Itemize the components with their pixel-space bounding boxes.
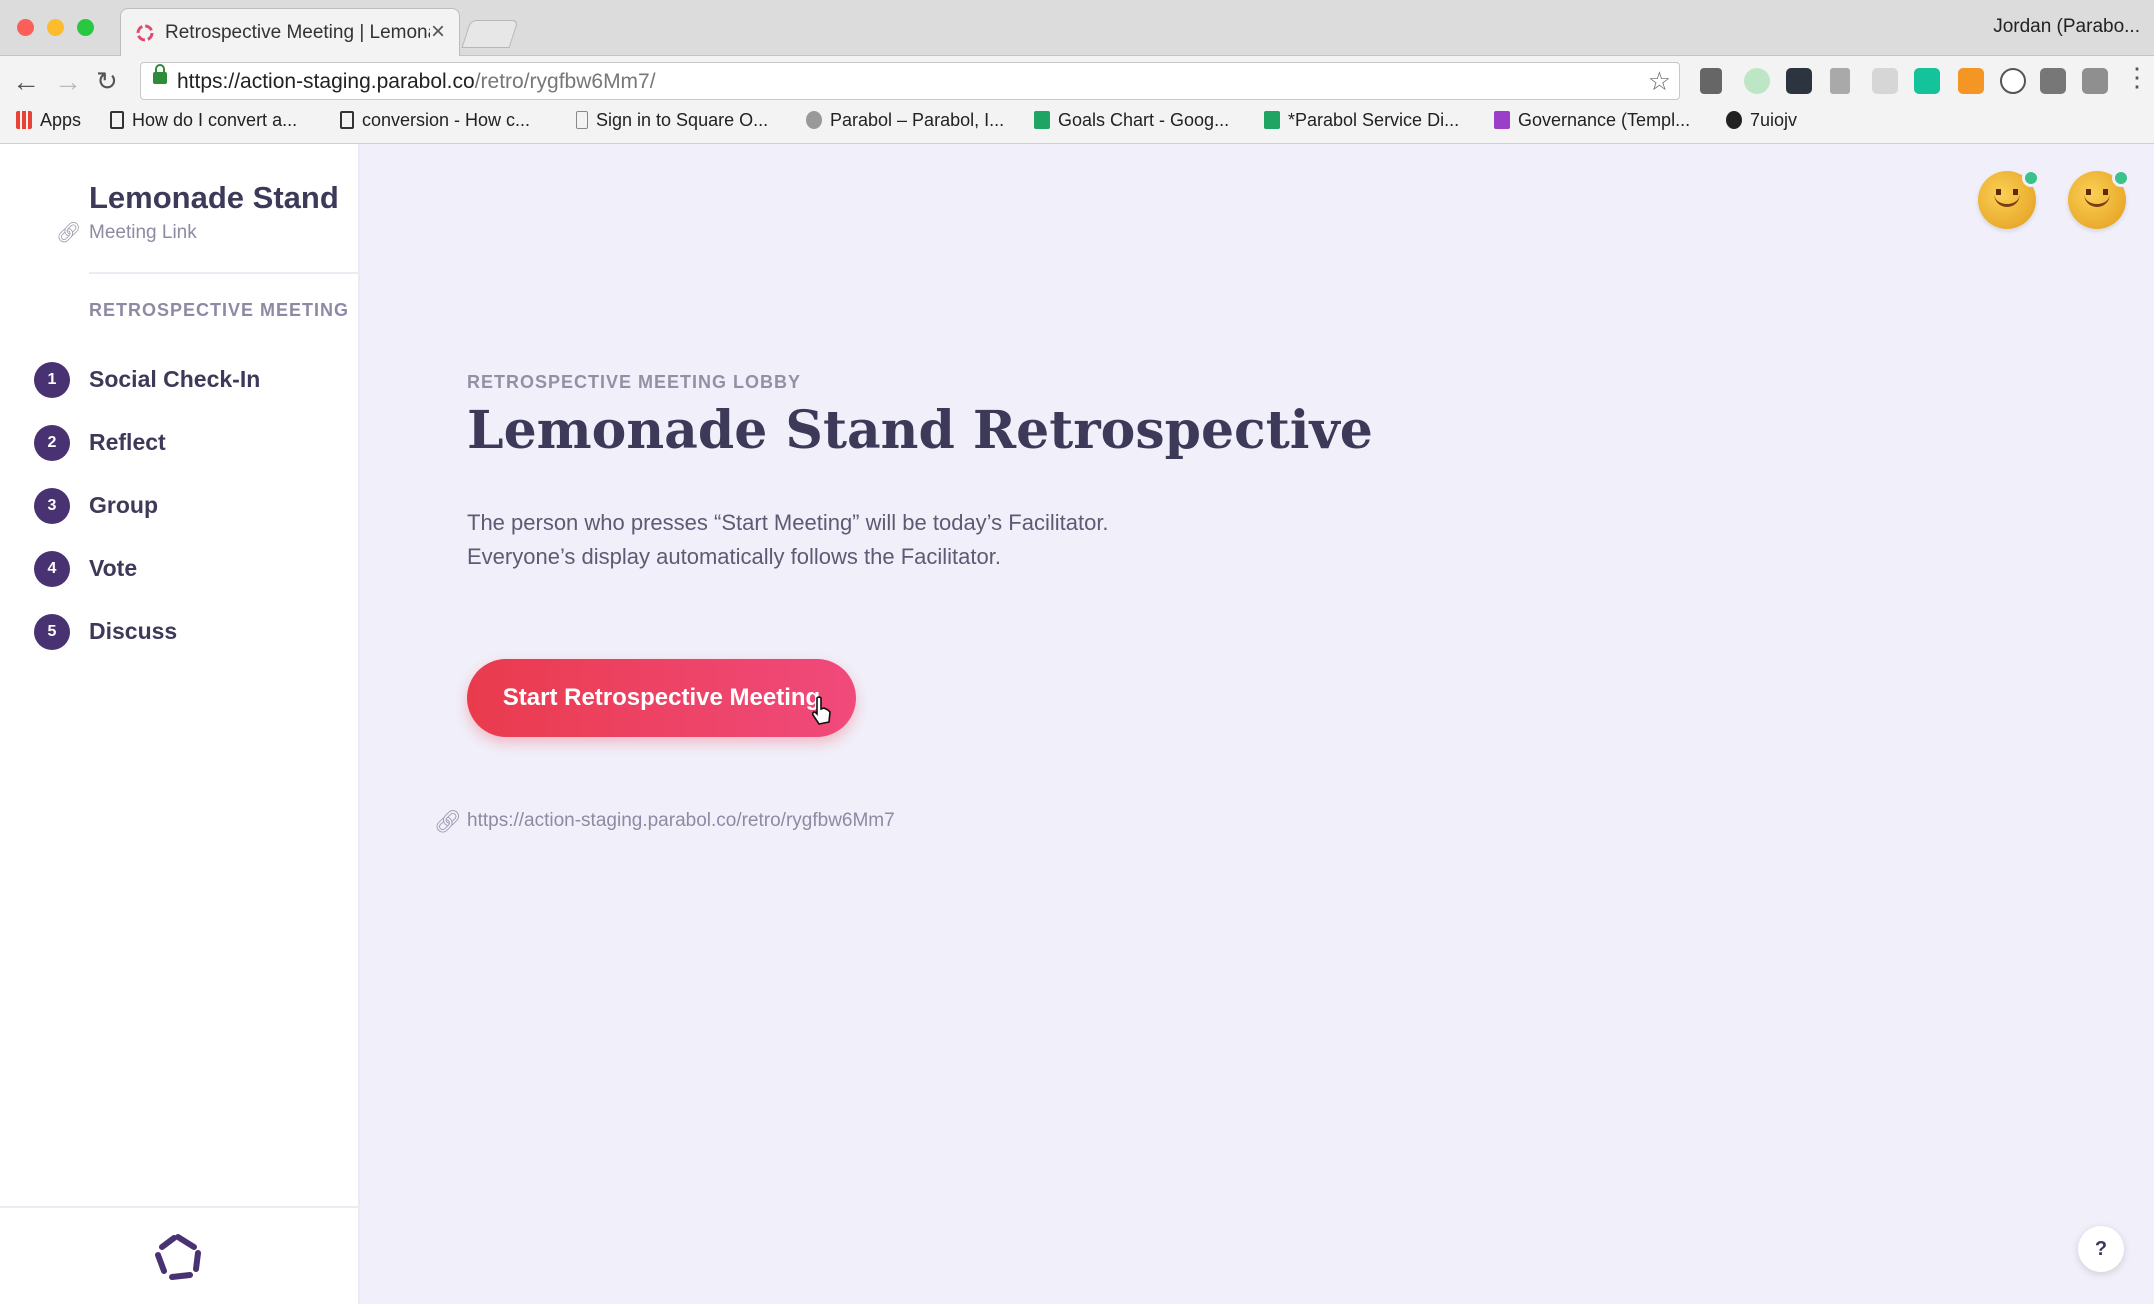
extension-icon[interactable] [1700, 68, 1722, 94]
hand-cursor-icon [811, 696, 831, 725]
extension-icon[interactable] [1830, 68, 1850, 94]
bookmark-label: *Parabol Service Di... [1288, 110, 1460, 130]
bookmark-item[interactable]: Governance (Templ... [1494, 110, 1690, 131]
browser-toolbar: ← → ↻ https://action-staging.parabol.co/… [0, 56, 2154, 144]
react-devtools-icon[interactable] [1786, 68, 1812, 94]
divider [0, 1206, 360, 1208]
url-path: /retro/rygfbw6Mm7/ [474, 70, 656, 93]
page-title: Lemonade Stand Retrospective [467, 400, 1373, 461]
url-host: https://action-staging.parabol.co [177, 70, 475, 93]
meeting-url[interactable]: https://action-staging.parabol.co/retro/… [467, 810, 895, 832]
grammarly-icon[interactable] [1914, 68, 1940, 94]
phase-social-check-in[interactable]: 1 Social Check-In [34, 362, 334, 402]
description-line: Everyone’s display automatically follows… [467, 544, 1001, 569]
bookmark-item[interactable]: Parabol – Parabol, I... [806, 110, 1004, 131]
parabol-favicon-icon [136, 24, 154, 42]
bookmark-star-icon[interactable]: ☆ [1648, 66, 1671, 97]
reload-icon[interactable]: ↻ [96, 66, 118, 97]
extension-icon[interactable] [1872, 68, 1898, 94]
phase-number: 1 [34, 362, 70, 398]
phase-label: Discuss [89, 618, 178, 644]
phase-number: 4 [34, 551, 70, 587]
new-tab-button[interactable] [461, 20, 519, 48]
menu-kebab-icon[interactable]: ⋮ [2124, 62, 2150, 93]
start-meeting-button[interactable]: Start Retrospective Meeting [467, 659, 856, 737]
calendar-icon[interactable] [1958, 68, 1984, 94]
phase-label: Vote [89, 555, 138, 581]
extension-icon[interactable] [2040, 68, 2066, 94]
bookmark-item[interactable]: conversion - How c... [340, 110, 530, 131]
bird-icon [806, 111, 822, 129]
bookmark-label: Governance (Templ... [1518, 110, 1691, 130]
bookmark-item[interactable]: *Parabol Service Di... [1264, 110, 1459, 131]
bookmark-label: Goals Chart - Goog... [1058, 110, 1230, 130]
bookmark-label: conversion - How c... [362, 110, 531, 130]
phase-label: Social Check-In [89, 366, 261, 392]
bookmark-icon [110, 111, 124, 129]
bookmarks-bar: Apps How do I convert a... conversion - … [0, 104, 2154, 142]
phase-group[interactable]: 3 Group [34, 488, 334, 528]
address-bar[interactable]: https://action-staging.parabol.co/retro/… [140, 62, 1680, 100]
forward-arrow-icon[interactable]: → [54, 66, 82, 98]
url-text: https://action-staging.parabol.co/retro/… [177, 70, 656, 94]
1password-icon[interactable] [2000, 68, 2026, 94]
avatar[interactable] [2068, 169, 2130, 229]
phase-number: 5 [34, 614, 70, 650]
extension-icon[interactable] [1744, 68, 1770, 94]
bookmark-apps[interactable]: Apps [16, 110, 81, 131]
avatar[interactable] [1978, 169, 2040, 229]
phase-reflect[interactable]: 2 Reflect [34, 425, 334, 465]
parabol-logo-icon[interactable] [152, 1231, 204, 1283]
bookmark-item[interactable]: 7uiojv [1726, 110, 1797, 131]
sheets-icon [1034, 111, 1050, 129]
online-status-dot [2022, 169, 2040, 187]
bookmark-item[interactable]: How do I convert a... [110, 110, 297, 131]
page-icon [576, 111, 588, 129]
phase-number: 3 [34, 488, 70, 524]
minimize-window-button[interactable] [47, 19, 64, 36]
description-line: The person who presses “Start Meeting” w… [467, 510, 1109, 535]
phase-discuss[interactable]: 5 Discuss [34, 614, 334, 654]
browser-titlebar: Retrospective Meeting | Lemonade Stand ×… [0, 0, 2154, 56]
back-arrow-icon[interactable]: ← [12, 66, 40, 98]
browser-tab[interactable]: Retrospective Meeting | Lemonade Stand × [120, 8, 460, 56]
profile-name[interactable]: Jordan (Parabo... [1993, 16, 2140, 38]
lobby-description: The person who presses “Start Meeting” w… [467, 506, 1109, 574]
bookmark-icon [340, 111, 354, 129]
meeting-lobby: RETROSPECTIVE MEETING LOBBY Lemonade Sta… [362, 144, 2154, 1304]
help-button[interactable]: ? [2078, 1226, 2124, 1272]
phase-label: Group [89, 492, 158, 518]
tab-title: Retrospective Meeting | Lemonade Stand [165, 22, 430, 43]
bookmark-label: Apps [40, 110, 82, 130]
close-window-button[interactable] [17, 19, 34, 36]
phase-label: Reflect [89, 429, 166, 455]
lock-icon [153, 64, 167, 84]
link-icon: 🔗︎ [434, 809, 462, 834]
tab-close-icon[interactable]: × [431, 18, 445, 46]
avatar-mouth [1994, 193, 2020, 207]
team-name[interactable]: Lemonade Stand [89, 180, 339, 216]
maximize-window-button[interactable] [77, 19, 94, 36]
bookmark-label: 7uiojv [1750, 110, 1798, 130]
bookmark-label: Sign in to Square O... [596, 110, 769, 130]
bookmark-item[interactable]: Goals Chart - Goog... [1034, 110, 1229, 131]
phase-number: 2 [34, 425, 70, 461]
extension-icon[interactable] [2082, 68, 2108, 94]
github-icon [1726, 111, 1742, 129]
divider [89, 272, 360, 274]
online-status-dot [2112, 169, 2130, 187]
apps-grid-icon [16, 111, 32, 129]
link-icon: 🔗︎ [56, 222, 82, 244]
lobby-eyebrow: RETROSPECTIVE MEETING LOBBY [467, 372, 802, 392]
phase-vote[interactable]: 4 Vote [34, 551, 334, 591]
board-icon [1494, 111, 1510, 129]
section-label: RETROSPECTIVE MEETING [89, 300, 350, 320]
bookmark-label: How do I convert a... [132, 110, 298, 130]
meeting-sidebar: Lemonade Stand 🔗︎ Meeting Link RETROSPEC… [0, 144, 360, 1304]
bookmark-item[interactable]: Sign in to Square O... [576, 110, 768, 131]
avatar-mouth [2084, 193, 2110, 207]
meeting-link[interactable]: Meeting Link [89, 222, 197, 244]
bookmark-label: Parabol – Parabol, I... [830, 110, 1005, 130]
sheets-icon [1264, 111, 1280, 129]
